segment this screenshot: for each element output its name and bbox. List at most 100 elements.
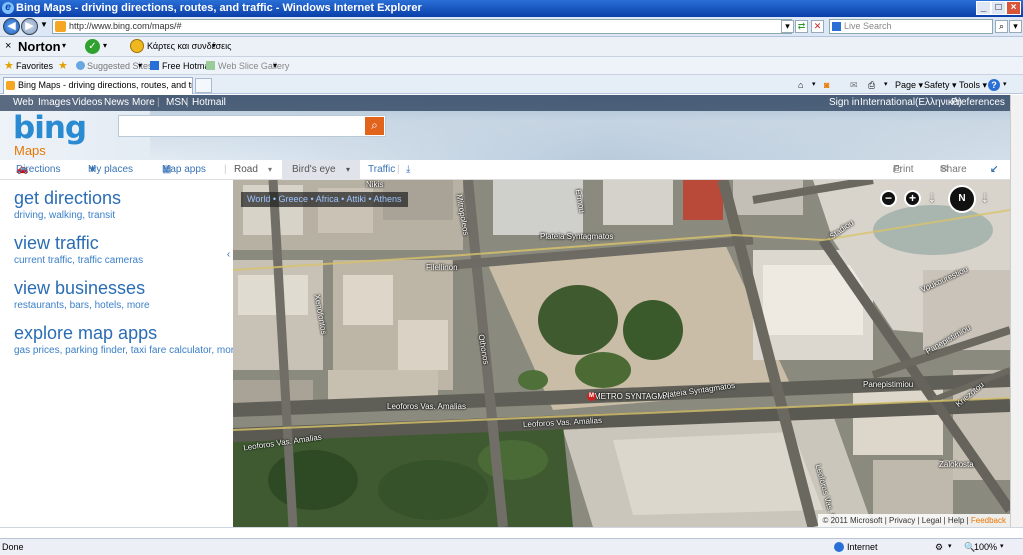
- birds-eye-dropdown-icon[interactable]: ▾: [346, 160, 350, 180]
- maps-section-title: Maps: [14, 143, 46, 158]
- feeds-icon[interactable]: ◙: [824, 79, 829, 91]
- suggested-sites-dropdown-icon[interactable]: ▾: [138, 57, 142, 75]
- bing-logo[interactable]: bing: [13, 110, 87, 146]
- home-icon[interactable]: ⌂: [798, 79, 803, 91]
- protected-mode-dropdown-icon[interactable]: ▾: [948, 539, 952, 555]
- rotate-left-icon[interactable]: ↓: [928, 189, 936, 207]
- get-directions-subtitle[interactable]: driving, walking, transit: [14, 210, 115, 221]
- road-view-button[interactable]: Road: [234, 160, 258, 180]
- zoom-in-icon[interactable]: +: [904, 190, 921, 207]
- download-icon[interactable]: ⤓: [406, 160, 410, 180]
- bing-top-nav: Web Images Videos News More | MSN | Hotm…: [0, 95, 1010, 111]
- nav-images[interactable]: Images: [38, 95, 71, 111]
- refresh-icon[interactable]: ⇄: [795, 20, 808, 33]
- toolbar-divider: |: [224, 164, 227, 175]
- close-button[interactable]: ×: [1006, 1, 1021, 15]
- tools-menu[interactable]: Tools ▾: [959, 79, 987, 91]
- minimize-button[interactable]: _: [976, 1, 991, 15]
- safety-menu-label: Safety: [924, 80, 950, 90]
- web-slice-gallery-link[interactable]: Web Slice Gallery: [218, 57, 289, 75]
- address-dropdown-icon[interactable]: ▾: [781, 20, 794, 33]
- address-input[interactable]: http://www.bing.com/maps/#: [52, 19, 792, 34]
- view-traffic-subtitle[interactable]: current traffic, traffic cameras: [14, 255, 143, 266]
- bing-search-input[interactable]: ⌕: [118, 115, 386, 137]
- feedback-link[interactable]: Feedback: [971, 516, 1006, 525]
- close-toolbar-icon[interactable]: ×: [5, 40, 11, 52]
- metro-station-icon[interactable]: M: [587, 392, 596, 401]
- history-dropdown-icon[interactable]: ▼: [40, 20, 48, 29]
- nav-videos[interactable]: Videos: [72, 95, 102, 111]
- legal-link[interactable]: Legal: [922, 516, 942, 525]
- mail-icon[interactable]: ✉: [850, 79, 858, 91]
- explore-map-apps-link[interactable]: explore map apps: [14, 323, 157, 344]
- privacy-link[interactable]: Privacy: [889, 516, 915, 525]
- safe-check-icon[interactable]: ✓: [85, 39, 100, 54]
- window-title-bar: e Bing Maps - driving directions, routes…: [0, 0, 1023, 17]
- norton-brand[interactable]: Norton: [18, 39, 61, 54]
- view-traffic-link[interactable]: view traffic: [14, 233, 99, 254]
- fullscreen-icon[interactable]: ↙: [990, 160, 998, 180]
- address-toolbar: ◀ ▶ ▼ http://www.bing.com/maps/# ▾ ⇄ ✕ L…: [0, 17, 1023, 37]
- cards-dropdown-icon[interactable]: ▾: [212, 41, 216, 50]
- road-dropdown-icon[interactable]: ▾: [268, 160, 272, 180]
- search-icon[interactable]: ⌕: [995, 20, 1008, 33]
- search-button[interactable]: ⌕: [365, 117, 384, 135]
- help-icon[interactable]: ?: [988, 79, 1000, 91]
- hotmail-icon: [150, 61, 159, 70]
- forward-button[interactable]: ▶: [21, 18, 38, 35]
- tab-favicon-icon: [6, 81, 15, 90]
- region-link[interactable]: International(Ελληνικά): [860, 95, 962, 111]
- safety-menu[interactable]: Safety ▾: [924, 79, 957, 91]
- nav-hotmail[interactable]: Hotmail: [192, 95, 226, 111]
- nav-more[interactable]: More: [132, 95, 155, 111]
- suggested-sites-link[interactable]: Suggested Sites: [87, 57, 153, 75]
- tab-bing-maps[interactable]: Bing Maps - driving directions, routes, …: [3, 77, 193, 94]
- copyright-text: © 2011 Microsoft: [822, 516, 883, 525]
- home-dropdown-icon[interactable]: ▾: [812, 79, 816, 91]
- location-breadcrumb[interactable]: World • Greece • Africa • Attiki • Athen…: [241, 192, 408, 207]
- birds-eye-view-button[interactable]: Bird's eye ▾: [282, 160, 360, 180]
- preferences-link[interactable]: Preferences: [951, 95, 1005, 111]
- print-dropdown-icon[interactable]: ▾: [884, 79, 888, 91]
- web-slice-dropdown-icon[interactable]: ▾: [273, 57, 277, 75]
- protected-mode-icon[interactable]: ⚙: [935, 539, 943, 555]
- help-dropdown-icon[interactable]: ▾: [1003, 79, 1007, 91]
- compass-icon[interactable]: N: [948, 185, 976, 213]
- zoom-dropdown-icon[interactable]: ▾: [1000, 539, 1004, 555]
- live-search-input[interactable]: Live Search: [829, 19, 993, 34]
- zoom-out-icon[interactable]: −: [880, 190, 897, 207]
- page-menu[interactable]: Page ▾: [895, 79, 923, 91]
- new-tab-button[interactable]: [195, 78, 212, 93]
- view-businesses-link[interactable]: view businesses: [14, 278, 145, 299]
- nav-web[interactable]: Web: [13, 95, 33, 111]
- search-options-icon[interactable]: ▾: [1009, 20, 1022, 33]
- favorites-button[interactable]: Favorites: [16, 57, 53, 75]
- nav-msn[interactable]: MSN: [166, 95, 188, 111]
- print-icon[interactable]: ⎙: [868, 79, 875, 91]
- get-directions-link[interactable]: get directions: [14, 188, 121, 209]
- print-label: Print: [893, 164, 914, 175]
- help-link[interactable]: Help: [948, 516, 964, 525]
- suggested-sites-icon: [76, 61, 85, 70]
- traffic-button[interactable]: Traffic: [368, 160, 395, 180]
- explore-map-apps-subtitle[interactable]: gas prices, parking finder, taxi fare ca…: [14, 345, 240, 356]
- norton-cards-menu[interactable]: Κάρτες και συνδέσεις: [147, 41, 232, 51]
- security-zone[interactable]: Internet: [847, 539, 878, 555]
- zoom-level[interactable]: 100%: [974, 539, 997, 555]
- street-label: Plateia Syntagmatos: [540, 232, 614, 241]
- street-label: Filellinon: [426, 263, 458, 272]
- nav-news[interactable]: News: [104, 95, 129, 111]
- map-apps-label: Map apps: [162, 164, 206, 175]
- rotate-right-icon[interactable]: ↓: [981, 189, 989, 207]
- vertical-scrollbar[interactable]: [1010, 95, 1023, 527]
- back-button[interactable]: ◀: [3, 18, 20, 35]
- view-businesses-subtitle[interactable]: restaurants, bars, hotels, more: [14, 300, 150, 311]
- map-view[interactable]: World • Greece • Africa • Attiki • Athen…: [233, 180, 1010, 527]
- add-favorite-icon[interactable]: ★: [58, 57, 68, 75]
- maximize-button[interactable]: □: [991, 1, 1006, 15]
- stop-icon[interactable]: ✕: [811, 20, 824, 33]
- norton-dropdown-icon[interactable]: ▾: [62, 41, 66, 50]
- collapse-panel-icon[interactable]: ‹: [224, 245, 233, 265]
- safe-dropdown-icon[interactable]: ▾: [103, 41, 107, 50]
- sign-in-link[interactable]: Sign in: [829, 95, 860, 111]
